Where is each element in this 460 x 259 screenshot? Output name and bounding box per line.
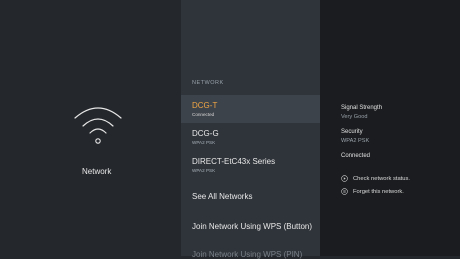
see-all-networks-item[interactable]: See All Networks <box>192 192 316 201</box>
join-wps-button-item[interactable]: Join Network Using WPS (Button) <box>192 222 316 231</box>
check-network-status-option[interactable]: Check network status. <box>341 175 410 182</box>
network-name: DCG-T <box>192 101 218 110</box>
option-label: Forget this network. <box>353 188 404 195</box>
forget-network-option[interactable]: Forget this network. <box>341 188 404 195</box>
security-value: WPA2 PSK <box>341 138 370 144</box>
network-section-header: NETWORK <box>192 80 224 86</box>
network-name: DIRECT-EtC43x Series <box>192 157 276 166</box>
network-status: Connected <box>192 112 215 117</box>
category-label: Network <box>82 167 112 176</box>
connection-status: Connected <box>341 153 371 159</box>
settings-category-pane: Network <box>0 0 181 256</box>
network-security: WPA2 PSK <box>192 140 216 145</box>
network-details-pane <box>320 0 460 256</box>
wifi-icon <box>74 107 122 144</box>
network-item-dcg-t[interactable]: DCG-T Connected <box>181 95 320 123</box>
menu-circle-icon <box>341 188 348 195</box>
join-wps-pin-item[interactable]: Join Network Using WPS (PIN) <box>192 250 316 259</box>
signal-strength-value: Very Good <box>341 114 368 120</box>
play-circle-icon <box>341 175 348 182</box>
network-item-direct[interactable]: DIRECT-EtC43x Series WPA2 PSK <box>181 153 320 179</box>
network-item-dcg-g[interactable]: DCG-G WPA2 PSK <box>181 125 320 151</box>
signal-strength-title: Signal Strength <box>341 105 383 111</box>
network-security: WPA2 PSK <box>192 168 216 173</box>
security-title: Security <box>341 129 363 135</box>
network-name: DCG-G <box>192 129 219 138</box>
option-label: Check network status. <box>353 175 411 182</box>
